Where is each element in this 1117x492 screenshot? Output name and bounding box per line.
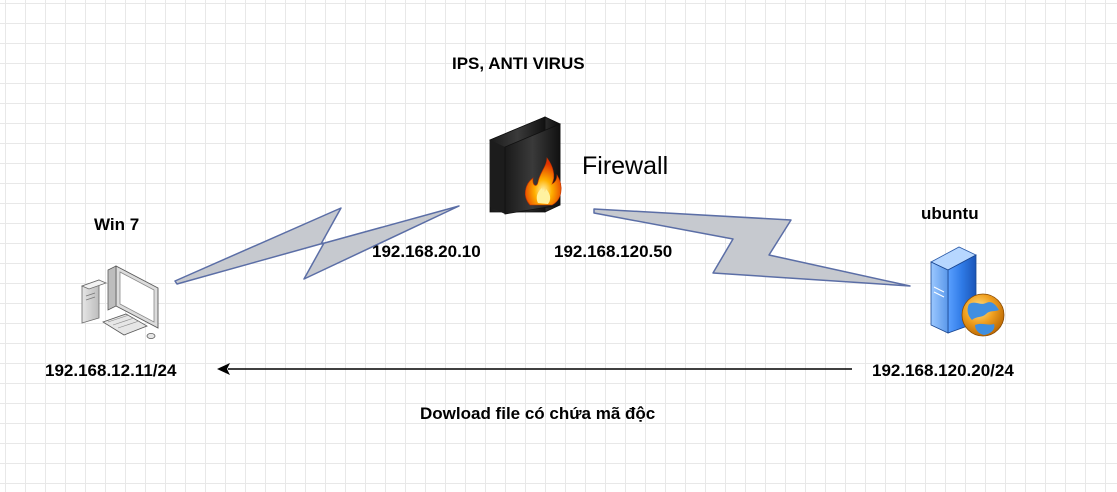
web-server-icon[interactable]: [930, 246, 1005, 337]
computer-icon[interactable]: [80, 265, 159, 339]
diagram-canvas: IPS, ANTI VIRUS Firewall 192.168.20.10 1…: [0, 0, 1117, 492]
client-name-label: Win 7: [94, 215, 140, 234]
firewall-left-ip-label: 192.168.20.10: [372, 242, 481, 261]
server-ip-label: 192.168.120.20/24: [872, 361, 1014, 380]
firewall-security-label: IPS, ANTI VIRUS: [452, 54, 585, 73]
firewall-icon[interactable]: [489, 116, 562, 215]
download-flow-label: Dowload file có chứa mã độc: [420, 404, 656, 423]
firewall-right-ip-label: 192.168.120.50: [554, 242, 673, 261]
firewall-name-label: Firewall: [582, 152, 669, 180]
server-name-label: ubuntu: [921, 204, 979, 223]
download-arrow: [217, 363, 852, 375]
client-ip-label: 192.168.12.11/24: [45, 361, 177, 380]
